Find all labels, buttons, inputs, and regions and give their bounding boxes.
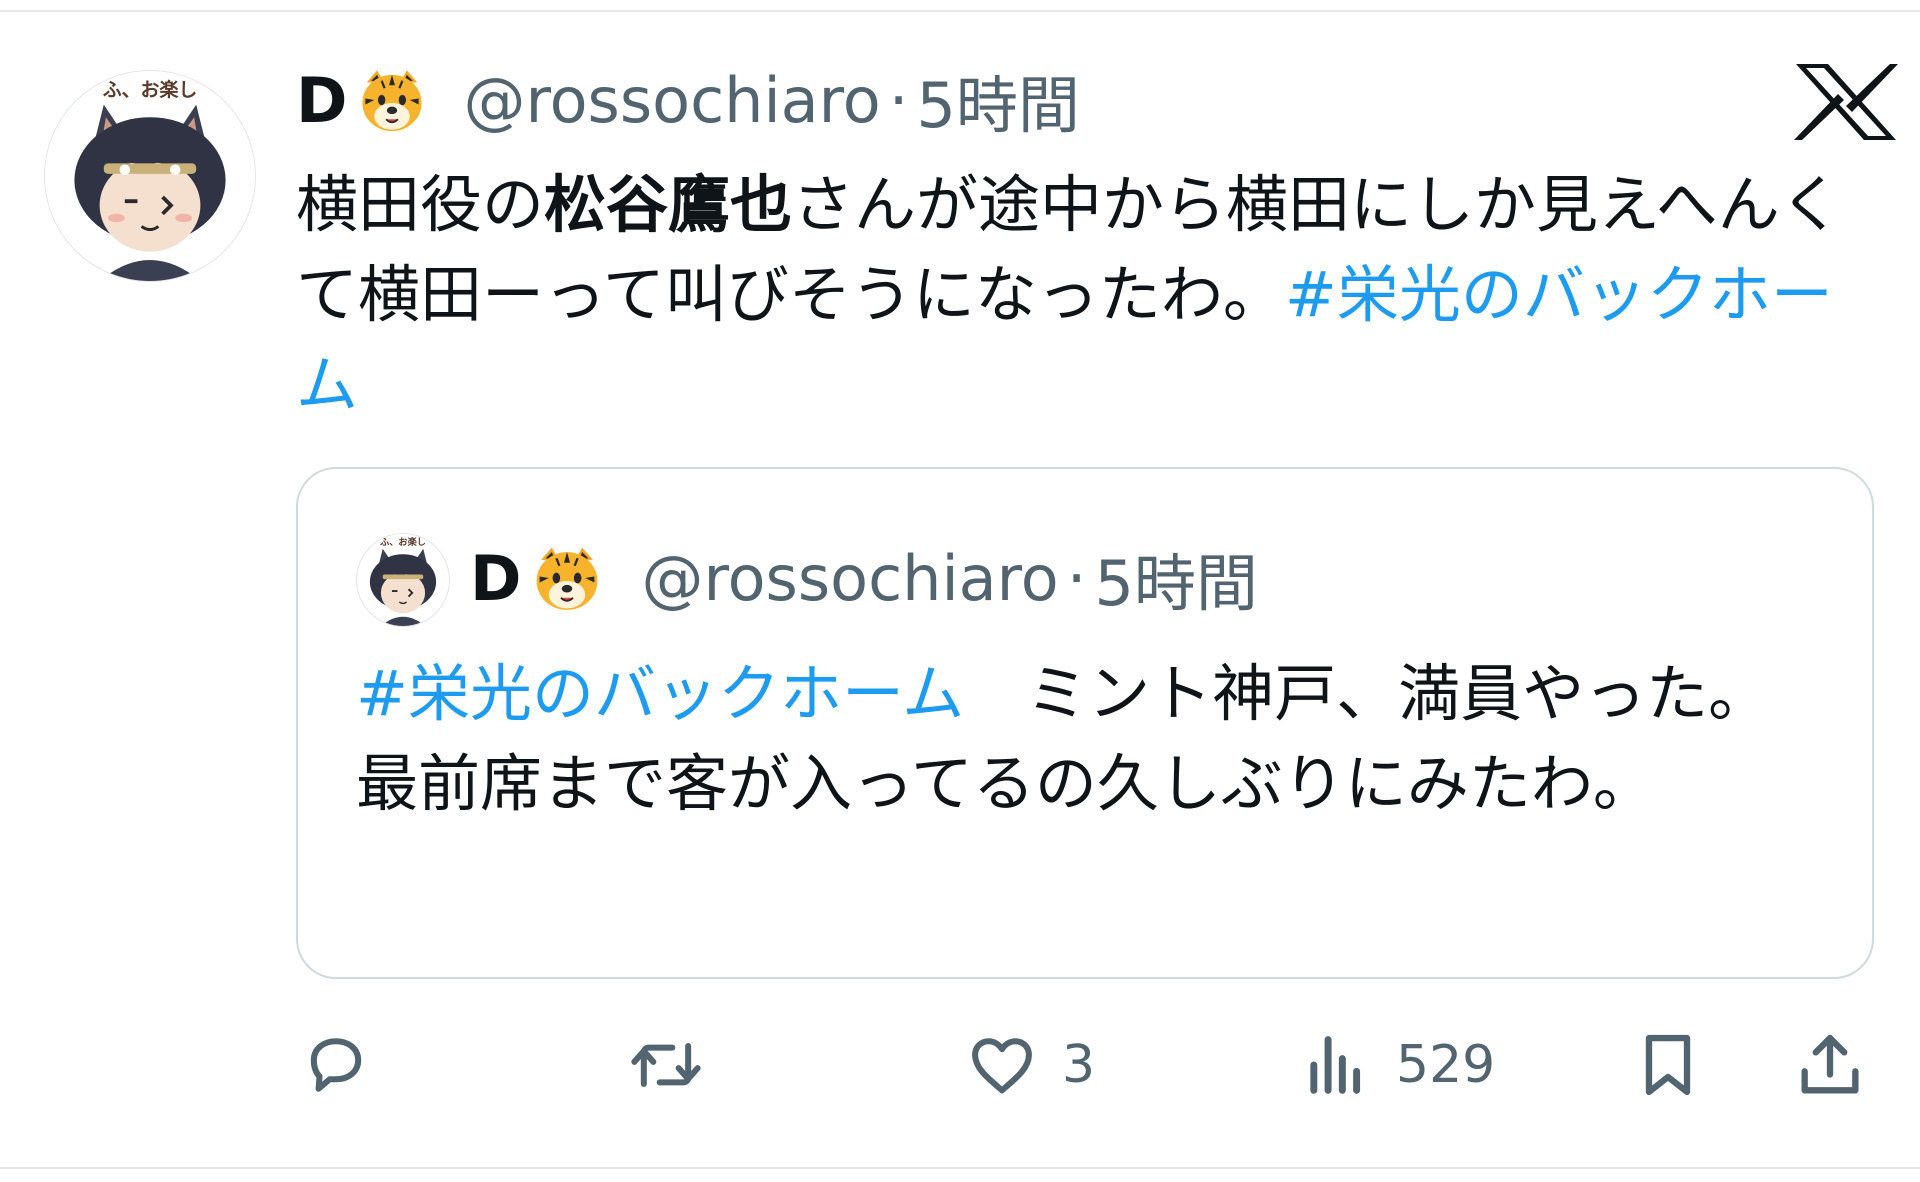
quoted-user-handle: @rossochiaro xyxy=(641,541,1059,615)
avatar-badge-text: ふ、お楽し xyxy=(103,78,197,101)
retweet-icon xyxy=(631,1042,701,1088)
reply-button[interactable] xyxy=(298,1020,396,1110)
tweet-text: 横田役の松谷鷹也さんが途中から横田にしか見えへんくて横田ーって叫びそうになったわ… xyxy=(296,160,1856,430)
views-count: 529 xyxy=(1396,1035,1496,1095)
bookmark-icon xyxy=(1645,1034,1691,1096)
quoted-display-name: D xyxy=(470,541,522,615)
views-icon xyxy=(1310,1036,1361,1094)
quoted-separator-dot: · xyxy=(1066,541,1087,615)
x-logo-icon[interactable] xyxy=(1790,60,1902,144)
like-button[interactable]: 3 xyxy=(964,1020,1095,1110)
display-name[interactable]: D xyxy=(296,64,347,137)
quoted-timestamp: 5時間 xyxy=(1094,547,1258,620)
tweet-text-bold: 松谷鷹也 xyxy=(544,168,793,241)
avatar[interactable]: ふ、お楽し xyxy=(44,70,256,282)
action-bar: 3 529 xyxy=(0,1020,1920,1110)
quoted-hashtag-link[interactable]: #栄光のバックホーム xyxy=(356,657,964,730)
retweet-button[interactable] xyxy=(628,1020,726,1110)
tweet-header: D @rossochiaro · 5時間 xyxy=(296,60,1080,143)
tweet-text-part1: 横田役の xyxy=(296,168,545,241)
quoted-avatar-badge-text: ふ、お楽し xyxy=(380,536,426,548)
reply-icon xyxy=(310,1038,362,1092)
separator-dot: · xyxy=(888,63,909,137)
bottom-divider xyxy=(0,1167,1920,1169)
like-count: 3 xyxy=(1062,1035,1096,1095)
user-handle[interactable]: @rossochiaro xyxy=(463,64,880,137)
views-button[interactable]: 529 xyxy=(1298,1020,1495,1110)
quoted-tweet-card[interactable]: ふ、お楽し D @rossochiaro · 5時間 #栄光のバックホーム ミン… xyxy=(296,467,1874,979)
bookmark-button[interactable] xyxy=(1630,1020,1706,1110)
tiger-face-emoji-icon xyxy=(355,63,429,137)
share-button[interactable] xyxy=(1792,1020,1868,1110)
heart-icon xyxy=(972,1038,1032,1094)
quoted-tweet-text: #栄光のバックホーム ミント神戸、満員やった。最前席まで客が入ってるの久しぶりに… xyxy=(356,649,1776,829)
tiger-face-emoji-icon xyxy=(529,540,605,616)
timestamp[interactable]: 5時間 xyxy=(916,55,1079,145)
quoted-avatar[interactable]: ふ、お楽し xyxy=(356,533,450,627)
top-divider xyxy=(0,10,1920,12)
quoted-tweet-header: D @rossochiaro · 5時間 xyxy=(470,533,1258,623)
share-icon xyxy=(1801,1034,1859,1094)
